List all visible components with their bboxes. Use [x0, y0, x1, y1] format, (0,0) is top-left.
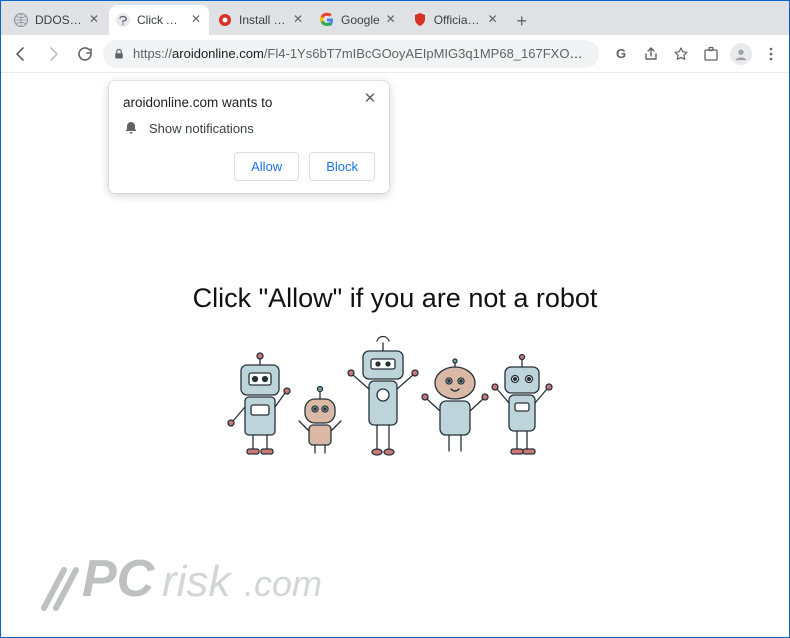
tab-4[interactable]: Official Si ✕	[406, 5, 506, 35]
allow-button[interactable]: Allow	[234, 152, 299, 181]
address-bar[interactable]: https://aroidonline.com/Fl4-1Ys6bT7mIBcG…	[103, 40, 599, 68]
tab-close-icon[interactable]: ✕	[486, 13, 500, 27]
tab-close-icon[interactable]: ✕	[384, 13, 398, 27]
profile-avatar[interactable]	[729, 42, 753, 66]
toolbar: https://aroidonline.com/Fl4-1Ys6bT7mIBcG…	[1, 35, 789, 73]
google-g-icon	[319, 12, 335, 28]
reload-button[interactable]	[71, 40, 99, 68]
prompt-permission-label: Show notifications	[149, 121, 254, 136]
tab-title: DDOS-GU	[35, 13, 83, 27]
prompt-close-icon[interactable]: ✕	[361, 91, 379, 109]
headline-text: Click "Allow" if you are not a robot	[2, 283, 788, 314]
tab-strip: DDOS-GU ✕ Click Allow ✕ Install Tur ✕ Go…	[1, 1, 789, 35]
lock-icon	[113, 48, 125, 60]
toolbar-right-icons: G	[609, 42, 783, 66]
svg-text:risk: risk	[162, 557, 232, 606]
bookmark-star-icon[interactable]	[669, 42, 693, 66]
watermark-logo: PC risk .com	[36, 538, 376, 618]
page-icon	[115, 12, 131, 28]
url-text: https://aroidonline.com/Fl4-1Ys6bT7mIBcG…	[133, 46, 589, 61]
tab-title: Install Tur	[239, 13, 287, 27]
share-icon[interactable]	[639, 42, 663, 66]
shield-red-icon	[412, 12, 428, 28]
browser-window: DDOS-GU ✕ Click Allow ✕ Install Tur ✕ Go…	[0, 0, 790, 638]
tab-1[interactable]: Click Allow ✕	[109, 5, 209, 35]
forward-button[interactable]	[39, 40, 67, 68]
svg-text:PC: PC	[82, 550, 156, 608]
robots-illustration	[225, 321, 565, 481]
prompt-title: aroidonline.com wants to	[123, 95, 375, 110]
block-button[interactable]: Block	[309, 152, 375, 181]
tab-close-icon[interactable]: ✕	[189, 13, 203, 27]
bell-icon	[123, 120, 139, 136]
tab-close-icon[interactable]: ✕	[291, 13, 305, 27]
back-button[interactable]	[7, 40, 35, 68]
tab-title: Click Allow	[137, 13, 185, 27]
tab-2[interactable]: Install Tur ✕	[211, 5, 311, 35]
globe-icon	[13, 12, 29, 28]
tab-title: Official Si	[434, 13, 482, 27]
menu-dots-icon[interactable]	[759, 42, 783, 66]
tab-close-icon[interactable]: ✕	[87, 13, 101, 27]
google-service-icon[interactable]: G	[609, 42, 633, 66]
extensions-icon[interactable]	[699, 42, 723, 66]
tab-title: Google	[341, 13, 380, 27]
red-dot-icon	[217, 12, 233, 28]
notification-permission-prompt: ✕ aroidonline.com wants to Show notifica…	[109, 81, 389, 193]
tab-3[interactable]: Google ✕	[313, 5, 404, 35]
new-tab-button[interactable]: +	[508, 7, 536, 35]
tab-0[interactable]: DDOS-GU ✕	[7, 5, 107, 35]
svg-text:.com: .com	[244, 563, 322, 604]
